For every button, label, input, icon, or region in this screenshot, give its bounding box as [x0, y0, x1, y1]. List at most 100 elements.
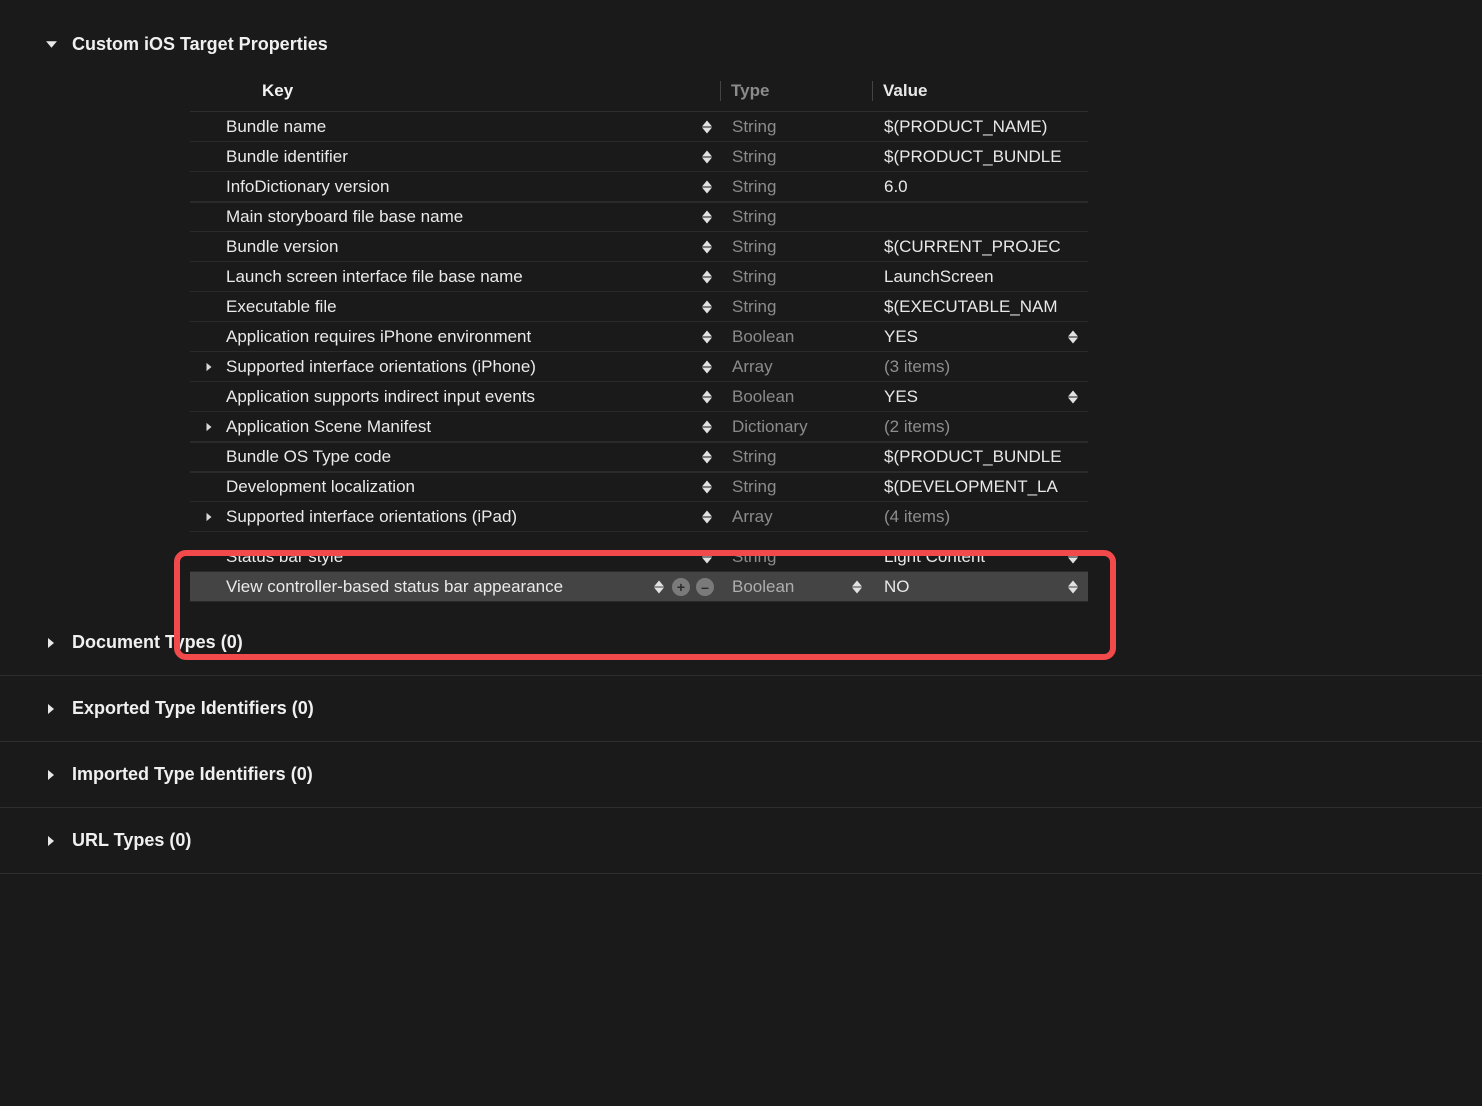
- table-row[interactable]: InfoDictionary version String6.0: [190, 172, 1088, 202]
- value-cell[interactable]: (3 items): [872, 357, 1088, 377]
- sort-updown-icon[interactable]: [702, 330, 712, 343]
- table-row[interactable]: Application Scene ManifestDictionary(2 i…: [190, 412, 1088, 442]
- type-cell[interactable]: String: [720, 547, 872, 567]
- sort-updown-icon[interactable]: [852, 580, 862, 593]
- key-label: InfoDictionary version: [202, 177, 389, 197]
- add-row-button[interactable]: +: [672, 578, 690, 596]
- type-cell[interactable]: Array: [720, 507, 872, 527]
- sort-updown-icon[interactable]: [702, 451, 712, 464]
- type-cell[interactable]: String: [720, 117, 872, 137]
- key-cell[interactable]: Application supports indirect input even…: [190, 387, 720, 407]
- key-cell[interactable]: Main storyboard file base name: [190, 207, 720, 227]
- sort-updown-icon[interactable]: [702, 240, 712, 253]
- key-cell[interactable]: Bundle OS Type code: [190, 447, 720, 467]
- type-cell[interactable]: Boolean: [720, 577, 872, 597]
- value-cell[interactable]: $(PRODUCT_NAME): [872, 117, 1088, 137]
- type-cell[interactable]: String: [720, 297, 872, 317]
- table-row[interactable]: Status bar styleStringLight Content: [190, 542, 1088, 572]
- table-row[interactable]: Launch screen interface file base name St…: [190, 262, 1088, 292]
- section-header-exported-types[interactable]: Exported Type Identifiers (0): [0, 676, 1482, 742]
- table-row[interactable]: Bundle nameString$(PRODUCT_NAME): [190, 112, 1088, 142]
- column-header-type[interactable]: Type: [720, 81, 872, 101]
- type-cell[interactable]: String: [720, 207, 872, 227]
- value-cell[interactable]: NO: [872, 577, 1088, 597]
- sort-updown-icon[interactable]: [702, 420, 712, 433]
- table-row[interactable]: View controller-based status bar appeara…: [190, 572, 1088, 602]
- key-cell[interactable]: Status bar style: [190, 547, 720, 567]
- key-cell[interactable]: Application Scene Manifest: [190, 417, 720, 437]
- remove-row-button[interactable]: –: [696, 578, 714, 596]
- value-cell[interactable]: YES: [872, 387, 1088, 407]
- sort-updown-icon[interactable]: [1068, 580, 1078, 593]
- key-cell[interactable]: Launch screen interface file base name: [190, 267, 720, 287]
- chevron-right-icon[interactable]: [202, 360, 216, 374]
- table-row[interactable]: Development localizationString$(DEVELOPM…: [190, 472, 1088, 502]
- column-header-key[interactable]: Key: [190, 81, 720, 101]
- section-header-custom-ios[interactable]: Custom iOS Target Properties: [0, 28, 1482, 61]
- chevron-right-icon[interactable]: [202, 420, 216, 434]
- sort-updown-icon[interactable]: [702, 481, 712, 494]
- type-cell[interactable]: String: [720, 237, 872, 257]
- value-cell[interactable]: $(DEVELOPMENT_LA: [872, 477, 1088, 497]
- sort-updown-icon[interactable]: [1068, 390, 1078, 403]
- key-cell[interactable]: Bundle name: [190, 117, 720, 137]
- key-cell[interactable]: Supported interface orientations (iPad): [190, 507, 720, 527]
- table-row[interactable]: Supported interface orientations (iPhone…: [190, 352, 1088, 382]
- sort-updown-icon[interactable]: [1068, 550, 1078, 563]
- sort-updown-icon[interactable]: [1068, 330, 1078, 343]
- table-row[interactable]: Application supports indirect input even…: [190, 382, 1088, 412]
- sort-updown-icon[interactable]: [702, 360, 712, 373]
- key-cell[interactable]: Bundle version: [190, 237, 720, 257]
- sort-updown-icon[interactable]: [702, 510, 712, 523]
- key-cell[interactable]: Development localization: [190, 477, 720, 497]
- sort-updown-icon[interactable]: [702, 270, 712, 283]
- sort-updown-icon[interactable]: [702, 550, 712, 563]
- section-header-imported-types[interactable]: Imported Type Identifiers (0): [0, 742, 1482, 808]
- type-cell[interactable]: String: [720, 447, 872, 467]
- section-header-url-types[interactable]: URL Types (0): [0, 808, 1482, 874]
- key-cell[interactable]: View controller-based status bar appeara…: [190, 577, 720, 597]
- value-cell[interactable]: 6.0: [872, 177, 1088, 197]
- key-label: Launch screen interface file base name: [202, 267, 523, 287]
- key-cell[interactable]: Application requires iPhone environment: [190, 327, 720, 347]
- value-cell[interactable]: $(EXECUTABLE_NAM: [872, 297, 1088, 317]
- key-cell[interactable]: Supported interface orientations (iPhone…: [190, 357, 720, 377]
- sort-updown-icon[interactable]: [702, 150, 712, 163]
- value-cell[interactable]: (4 items): [872, 507, 1088, 527]
- section-header-document-types[interactable]: Document Types (0): [0, 610, 1482, 676]
- table-row[interactable]: Bundle versionString$(CURRENT_PROJEC: [190, 232, 1088, 262]
- type-cell[interactable]: Boolean: [720, 327, 872, 347]
- value-cell[interactable]: $(CURRENT_PROJEC: [872, 237, 1088, 257]
- type-cell[interactable]: Dictionary: [720, 417, 872, 437]
- value-cell[interactable]: LaunchScreen: [872, 267, 1088, 287]
- table-row[interactable]: Bundle identifierString$(PRODUCT_BUNDLE: [190, 142, 1088, 172]
- sort-updown-icon[interactable]: [702, 300, 712, 313]
- type-cell[interactable]: String: [720, 177, 872, 197]
- column-header-value[interactable]: Value: [872, 81, 1088, 101]
- value-cell[interactable]: $(PRODUCT_BUNDLE: [872, 147, 1088, 167]
- key-cell[interactable]: Bundle identifier: [190, 147, 720, 167]
- sort-updown-icon[interactable]: [702, 180, 712, 193]
- table-row[interactable]: Main storyboard file base nameString: [190, 202, 1088, 232]
- value-cell[interactable]: (2 items): [872, 417, 1088, 437]
- table-row[interactable]: Executable fileString$(EXECUTABLE_NAM: [190, 292, 1088, 322]
- chevron-right-icon: [44, 636, 58, 650]
- table-row[interactable]: Bundle OS Type codeString$(PRODUCT_BUNDL…: [190, 442, 1088, 472]
- value-cell[interactable]: $(PRODUCT_BUNDLE: [872, 447, 1088, 467]
- type-cell[interactable]: String: [720, 477, 872, 497]
- value-cell[interactable]: Light Content: [872, 547, 1088, 567]
- sort-updown-icon[interactable]: [702, 211, 712, 224]
- sort-updown-icon[interactable]: [654, 580, 664, 593]
- sort-updown-icon[interactable]: [702, 120, 712, 133]
- type-cell[interactable]: String: [720, 147, 872, 167]
- key-cell[interactable]: Executable file: [190, 297, 720, 317]
- sort-updown-icon[interactable]: [702, 390, 712, 403]
- key-cell[interactable]: InfoDictionary version: [190, 177, 720, 197]
- type-cell[interactable]: Boolean: [720, 387, 872, 407]
- table-row[interactable]: Application requires iPhone environmentB…: [190, 322, 1088, 352]
- value-cell[interactable]: YES: [872, 327, 1088, 347]
- type-cell[interactable]: String: [720, 267, 872, 287]
- type-cell[interactable]: Array: [720, 357, 872, 377]
- chevron-right-icon[interactable]: [202, 510, 216, 524]
- table-row[interactable]: Supported interface orientations (iPad)A…: [190, 502, 1088, 532]
